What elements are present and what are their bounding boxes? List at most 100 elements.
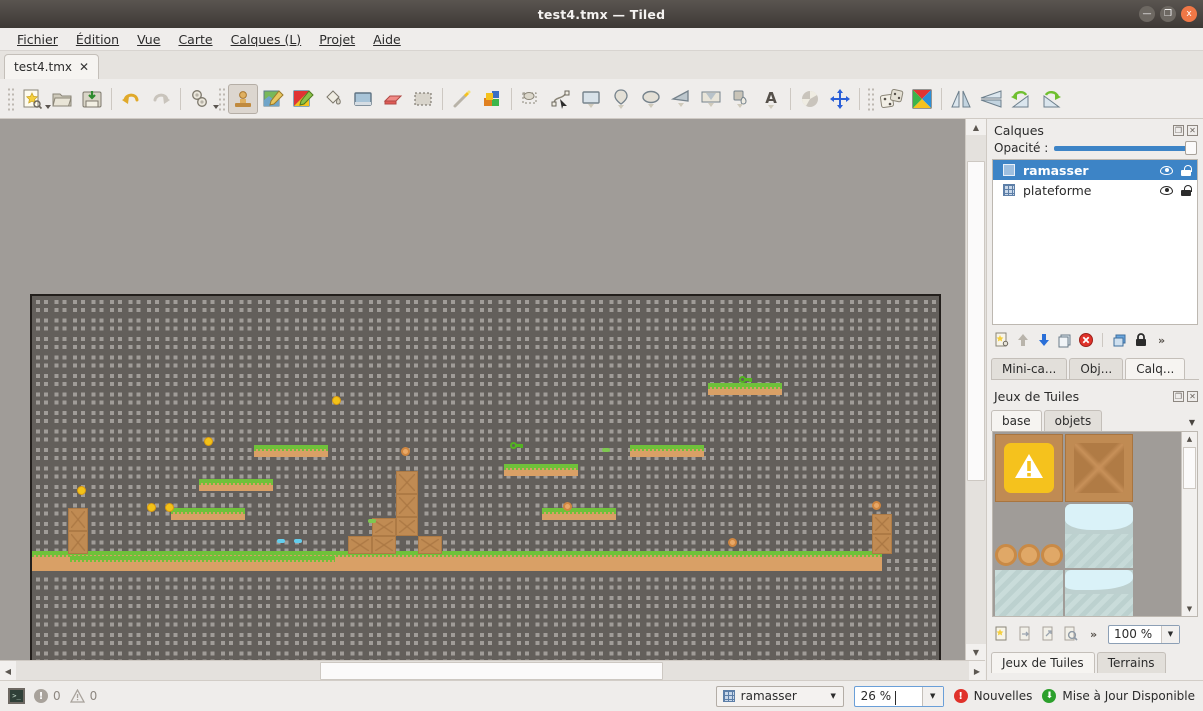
tileset-zoom-field[interactable]: 100 % ▼ [1108,624,1180,644]
tileset-scroll-thumb[interactable] [1183,447,1196,489]
stamp-brush-icon[interactable] [228,83,258,114]
insert-point-icon[interactable] [606,84,636,114]
coin-object[interactable] [147,503,156,512]
crate-tile[interactable] [396,517,418,536]
tileset-scroll-up-icon[interactable]: ▲ [1182,432,1197,446]
tab-tileset-objets[interactable]: objets [1043,410,1103,431]
visibility-eye-icon[interactable] [1160,185,1173,195]
layers-overflow-button[interactable]: » [1153,332,1170,349]
canvas-horizontal-scrollbar[interactable]: ◀ ▶ [0,660,985,681]
raise-layer-button[interactable] [1014,332,1031,349]
terrain-brush-icon[interactable] [258,84,288,114]
menu-vue[interactable]: Vue [128,30,169,49]
crate-tile[interactable] [348,536,372,554]
platform-tile[interactable] [199,479,273,491]
scroll-right-button[interactable]: ▶ [969,661,985,681]
tab-minimap[interactable]: Mini-ca... [991,358,1068,379]
new-map-icon[interactable] [17,84,51,114]
coin-object[interactable] [77,486,86,495]
duplicate-layer-button[interactable] [1056,332,1073,349]
console-icon[interactable]: >_ [8,688,25,704]
ring-object[interactable] [872,501,881,510]
visibility-eye-icon[interactable] [1160,165,1173,175]
edit-tileset-button[interactable] [1062,626,1079,643]
toolbar-grip-3[interactable] [867,86,874,111]
tileset-scroll-down-icon[interactable]: ▼ [1182,602,1197,616]
coin-object[interactable] [165,503,174,512]
crate-tile[interactable] [396,494,418,517]
shape-fill-icon[interactable] [288,84,318,114]
minimize-button[interactable]: — [1139,6,1155,22]
platform-tile[interactable] [254,445,328,457]
ice-mid-tile[interactable] [995,570,1063,616]
tab-tilesets[interactable]: Jeux de Tuiles [991,652,1095,673]
magic-wand-icon[interactable] [447,84,477,114]
export-tileset-button[interactable] [1039,626,1056,643]
toolbar-grip-2[interactable] [218,86,225,111]
open-file-icon[interactable] [47,84,77,114]
flip-horizontal-icon[interactable] [946,84,976,114]
current-layer-combo[interactable]: ramasser ▼ [715,685,844,707]
crate-tile[interactable] [872,514,892,534]
insert-polygon-icon[interactable] [666,84,696,114]
crate-tile[interactable] [396,471,418,494]
zoom-combo[interactable]: 26 % ▼ [853,685,944,707]
layer-list[interactable]: ramasser plateforme [992,159,1198,325]
layer-row-ramasser[interactable]: ramasser [993,160,1197,180]
zoom-dropdown-icon[interactable]: ▼ [921,686,943,706]
map-properties-caret-icon[interactable] [213,104,219,109]
tilesets-float-button[interactable]: ❐ [1173,391,1184,402]
zoom-value[interactable]: 26 % [855,689,922,705]
insert-text-icon[interactable]: A [756,84,786,114]
delete-layer-button[interactable] [1077,332,1094,349]
ring-object[interactable] [728,538,737,547]
document-tab-test4[interactable]: test4.tmx ✕ [4,54,100,79]
ice-top-tile[interactable] [1065,504,1133,568]
select-objects-icon[interactable] [516,84,546,114]
ice-slope-tile[interactable] [1065,570,1133,616]
random-mode-icon[interactable] [877,84,907,114]
platform-tile[interactable] [708,383,782,395]
error-badge[interactable]: ! 0 [34,689,61,703]
crate-tile[interactable] [68,508,88,531]
close-button[interactable]: x [1181,6,1197,22]
platform-tile[interactable] [70,556,335,570]
blue-gem-object[interactable] [277,539,285,543]
crate-tile[interactable] [372,536,396,554]
tab-terrains[interactable]: Terrains [1096,652,1166,673]
undo-icon[interactable] [116,84,146,114]
menu-carte[interactable]: Carte [169,30,221,49]
toggle-other-layers-button[interactable] [1111,332,1128,349]
vscroll-thumb[interactable] [967,161,985,481]
menu-edition[interactable]: Édition [67,30,128,49]
scroll-up-button[interactable]: ▲ [966,119,986,135]
toolbar-grip[interactable] [7,86,14,111]
news-item[interactable]: ! Nouvelles [953,689,1032,703]
scroll-down-button[interactable]: ▼ [966,644,986,660]
tileset-scrollbar[interactable]: ▲ ▼ [1181,432,1197,616]
tileset-dropdown-icon[interactable]: ▼ [1189,418,1195,427]
close-tab-icon[interactable]: ✕ [79,60,89,74]
menu-projet[interactable]: Projet [310,30,364,49]
menu-fichier[interactable]: Fichier [8,30,67,49]
hscroll-thumb[interactable] [320,662,663,680]
crate-warning-tile[interactable] [995,434,1063,502]
blue-gem-object[interactable] [294,539,302,543]
eraser-icon[interactable] [378,84,408,114]
ring-object[interactable] [401,447,410,456]
key-object[interactable] [739,376,752,383]
embed-tileset-button[interactable] [1016,626,1033,643]
menu-aide[interactable]: Aide [364,30,410,49]
coin-object[interactable] [204,437,213,446]
platform-tile[interactable] [542,508,616,520]
platform-tile[interactable] [630,445,704,457]
opacity-slider[interactable] [1054,141,1197,155]
lock-layer-button[interactable] [1132,332,1149,349]
rotate-left-icon[interactable] [1006,84,1036,114]
flip-vertical-icon[interactable] [976,84,1006,114]
green-gem-object[interactable] [368,519,376,523]
platform-tile[interactable] [171,508,245,520]
tileset-view[interactable]: ▲ ▼ [992,431,1198,617]
insert-rectangle-icon[interactable] [576,84,606,114]
layers-float-button[interactable]: ❐ [1173,125,1184,136]
